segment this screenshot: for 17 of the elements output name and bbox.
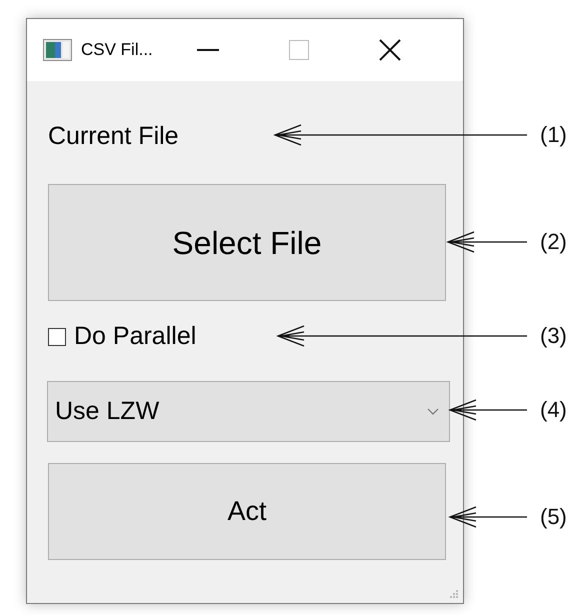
annotation-label: (2) <box>540 229 567 255</box>
dropdown[interactable]: Use LZW <box>47 381 450 442</box>
checkbox-label: Do Parallel <box>74 321 196 352</box>
chevron-down-icon <box>427 408 439 415</box>
resize-grip-icon[interactable] <box>449 589 459 599</box>
annotation-label: (1) <box>540 122 567 148</box>
window-title: CSV Fil... <box>81 39 153 62</box>
checkbox[interactable] <box>48 328 66 346</box>
act-button[interactable]: Act <box>48 463 446 560</box>
annotation-label: (5) <box>540 504 567 530</box>
select-file-button[interactable]: Select File <box>48 184 446 301</box>
annotation-label: (4) <box>540 397 567 423</box>
minimize-icon[interactable] <box>196 49 219 51</box>
current-file-label: Current File <box>48 121 179 151</box>
annotation-label: (3) <box>540 323 567 349</box>
app-icon <box>43 39 72 61</box>
close-icon[interactable] <box>378 39 401 61</box>
